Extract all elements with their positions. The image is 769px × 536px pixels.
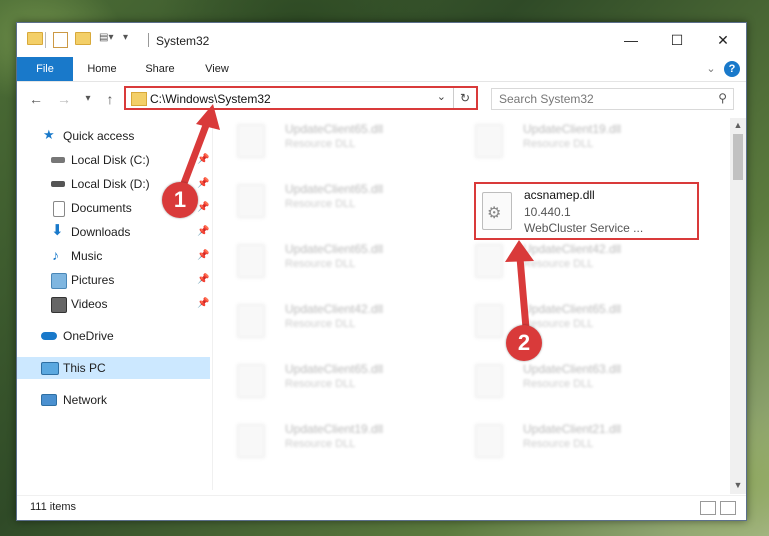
step-badge-1: 1 xyxy=(162,182,198,218)
annotation-arrows xyxy=(179,104,534,332)
arrow-2-shaft xyxy=(516,254,530,332)
arrow-1-shaft xyxy=(179,116,212,190)
step-badge-2: 2 xyxy=(506,325,542,361)
arrow-1-head xyxy=(196,104,220,130)
arrow-2-head xyxy=(505,240,534,262)
